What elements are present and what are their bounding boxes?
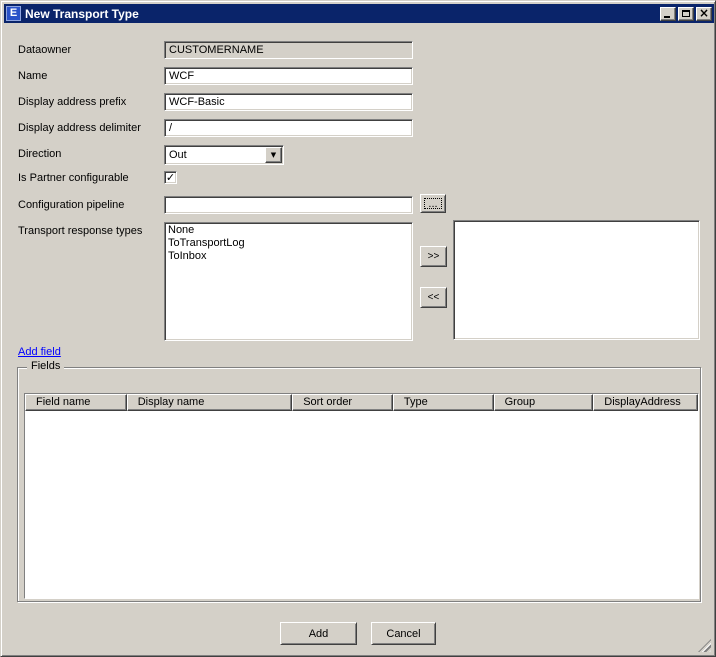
display-address-prefix-field[interactable] <box>164 93 413 111</box>
minimize-icon <box>664 16 670 18</box>
move-left-button[interactable]: << <box>420 287 447 308</box>
direction-dropdown[interactable]: Out ▼ <box>164 145 284 165</box>
fields-table[interactable]: Field name Display name Sort order Type … <box>24 393 699 599</box>
display-address-delimiter-label: Display address delimiter <box>18 122 141 134</box>
direction-selected-value: Out <box>169 149 187 161</box>
list-item[interactable]: ToInbox <box>165 250 412 263</box>
display-address-delimiter-field[interactable] <box>164 119 413 137</box>
configuration-pipeline-label: Configuration pipeline <box>18 199 124 211</box>
chevron-down-icon: ▼ <box>271 152 276 159</box>
direction-dropdown-button[interactable]: ▼ <box>265 147 282 163</box>
cancel-button[interactable]: Cancel <box>371 622 436 645</box>
resize-grip-icon[interactable] <box>698 639 711 652</box>
transport-response-types-selected-listbox[interactable] <box>453 220 700 340</box>
column-header-display-address[interactable]: DisplayAddress <box>593 394 698 411</box>
fields-groupbox-title: Fields <box>27 360 64 372</box>
new-transport-type-dialog: E New Transport Type × Dataowner Name Di… <box>0 0 716 657</box>
add-button[interactable]: Add <box>280 622 357 645</box>
cancel-button-label: Cancel <box>386 628 420 640</box>
close-icon: × <box>699 8 709 18</box>
column-header-type[interactable]: Type <box>393 394 494 411</box>
browse-pipeline-button[interactable]: ... <box>420 194 446 213</box>
close-button[interactable]: × <box>696 7 712 21</box>
direction-label: Direction <box>18 148 61 160</box>
is-partner-configurable-label: Is Partner configurable <box>18 172 129 184</box>
move-right-button[interactable]: >> <box>420 246 447 267</box>
maximize-button[interactable] <box>678 7 694 21</box>
move-left-label: << <box>428 292 440 303</box>
column-header-field-name[interactable]: Field name <box>25 394 127 411</box>
title-bar[interactable]: E New Transport Type × <box>4 4 714 23</box>
column-header-display-name[interactable]: Display name <box>127 394 292 411</box>
name-label: Name <box>18 70 47 82</box>
minimize-button[interactable] <box>660 7 676 21</box>
is-partner-configurable-checkbox[interactable]: ✓ <box>164 171 177 184</box>
dataowner-label: Dataowner <box>18 44 71 56</box>
app-icon: E <box>6 6 21 21</box>
transport-response-types-available-listbox[interactable]: None ToTransportLog ToInbox <box>164 222 413 341</box>
move-right-label: >> <box>428 251 440 262</box>
fields-groupbox: Fields Field name Display name Sort orde… <box>17 367 701 602</box>
add-field-link[interactable]: Add field <box>18 346 61 358</box>
configuration-pipeline-field[interactable] <box>164 196 413 214</box>
fields-table-header: Field name Display name Sort order Type … <box>25 394 698 411</box>
add-button-label: Add <box>309 628 329 640</box>
checkmark-icon: ✓ <box>166 172 175 183</box>
name-field[interactable] <box>164 67 413 85</box>
list-item[interactable]: ToTransportLog <box>165 237 412 250</box>
transport-response-types-label: Transport response types <box>18 225 142 237</box>
display-address-prefix-label: Display address prefix <box>18 96 126 108</box>
maximize-icon <box>682 10 690 17</box>
column-header-sort-order[interactable]: Sort order <box>292 394 393 411</box>
window-title: New Transport Type <box>25 7 660 21</box>
column-header-group[interactable]: Group <box>494 394 594 411</box>
dataowner-field <box>164 41 413 59</box>
focus-rectangle <box>424 198 442 209</box>
list-item[interactable]: None <box>165 224 412 237</box>
fields-table-body[interactable] <box>25 411 698 598</box>
